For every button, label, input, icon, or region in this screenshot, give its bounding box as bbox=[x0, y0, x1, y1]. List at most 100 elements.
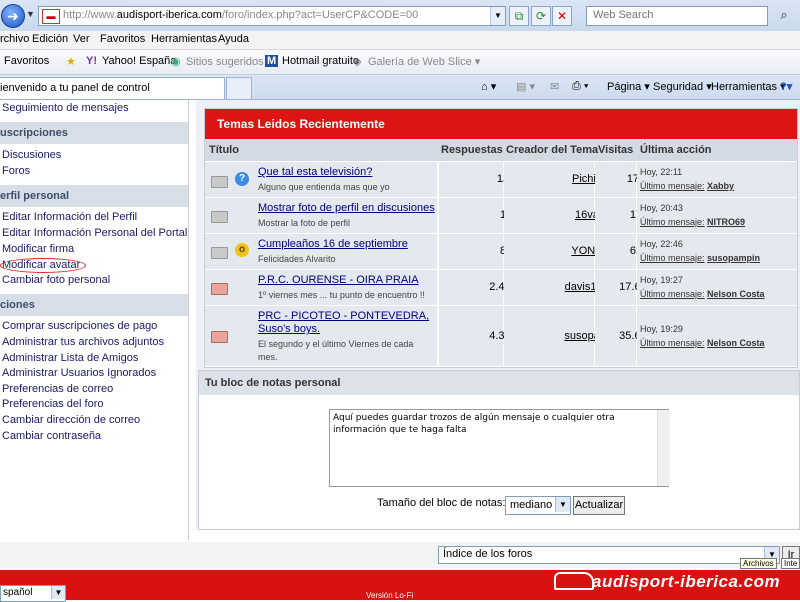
search-icon[interactable]: ⌕ bbox=[775, 6, 793, 24]
feeds-icon[interactable]: ▤ ▾ bbox=[516, 80, 535, 93]
col-creator: Creador del Tema bbox=[506, 144, 599, 156]
site-logo[interactable]: audisport-iberica.com bbox=[592, 572, 780, 592]
notepad-scrollbar[interactable] bbox=[657, 410, 670, 486]
new-tab-button[interactable] bbox=[226, 77, 252, 99]
row-icon-cell: o bbox=[205, 234, 255, 270]
question-icon: ? bbox=[235, 172, 249, 186]
sidebar-item-foto-personal[interactable]: Cambiar foto personal bbox=[2, 274, 110, 286]
topic-title-link[interactable]: Mostrar foto de perfil en discusiones bbox=[258, 202, 435, 214]
row-icon-cell bbox=[205, 306, 255, 366]
search-input[interactable] bbox=[593, 9, 743, 21]
favorites-button[interactable]: Favoritos bbox=[4, 55, 49, 67]
fav-suggested[interactable]: Sitios sugeridos ▾ bbox=[186, 55, 272, 68]
update-button[interactable]: Actualizar bbox=[573, 496, 625, 515]
topic-title-link[interactable]: Cumpleaños 16 de septiembre bbox=[258, 238, 408, 250]
compatibility-icon[interactable]: ⧉ bbox=[509, 6, 529, 26]
sidebar: Seguimiento de mensajes uscripciones Dis… bbox=[0, 100, 189, 540]
row-visits-cell: 17.688 bbox=[595, 270, 653, 306]
search-box[interactable] bbox=[586, 6, 768, 26]
last-post-link[interactable]: Último mensaje: bbox=[640, 289, 705, 299]
last-post-link[interactable]: Último mensaje: bbox=[640, 181, 705, 191]
notepad-size-select[interactable]: mediano ▼ bbox=[505, 496, 571, 515]
sidebar-item-editar-perfil[interactable]: Editar Información del Perfil bbox=[2, 211, 137, 223]
topic-title-link[interactable]: Que tal esta televisión? bbox=[258, 166, 372, 178]
url-text[interactable]: http://www.audisport-iberica.com/foro/in… bbox=[63, 9, 418, 21]
topic-title-link[interactable]: P.R.C. OURENSE - OIRA PRAIA bbox=[258, 274, 419, 286]
sidebar-item-suscripciones-pago[interactable]: Comprar suscripciones de pago bbox=[2, 320, 157, 332]
table-row: P.R.C. OURENSE - OIRA PRAIA 1º viernes m… bbox=[205, 269, 797, 306]
recent-topics-title: Temas Leidos Recientemente bbox=[205, 109, 797, 139]
sidebar-item-foros[interactable]: Foros bbox=[2, 165, 30, 177]
print-icon[interactable]: ⎙ ▾ bbox=[572, 80, 588, 93]
fav-yahoo[interactable]: Yahoo! España bbox=[102, 55, 176, 67]
row-replies-cell: 2.446 bbox=[439, 270, 517, 306]
history-dropdown-icon[interactable]: ▼ bbox=[26, 9, 35, 19]
topic-title-link[interactable]: PRC - PICOTEO - PONTEVEDRA, bbox=[258, 310, 429, 322]
tab-active[interactable]: ienvenido a tu panel de control bbox=[0, 77, 225, 99]
menu-favoritos[interactable]: Favoritos bbox=[100, 33, 145, 45]
menu-ver[interactable]: Ver bbox=[73, 33, 90, 45]
sidebar-item-modificar-firma[interactable]: Modificar firma bbox=[2, 243, 74, 255]
col-last-action: Última acción bbox=[640, 144, 712, 156]
last-post-link[interactable]: Último mensaje: bbox=[640, 253, 705, 263]
surprised-face-icon: o bbox=[235, 243, 249, 257]
row-visits-cell: 17 bbox=[595, 198, 642, 234]
mail-icon[interactable]: ✉ bbox=[550, 80, 559, 93]
cmd-tools[interactable]: Herramientas ▾ bbox=[711, 80, 786, 93]
row-icon-cell bbox=[205, 270, 255, 306]
sidebar-item-lista-amigos[interactable]: Administrar Lista de Amigos bbox=[2, 352, 138, 364]
sidebar-item-cambiar-contrasena[interactable]: Cambiar contraseña bbox=[2, 430, 101, 442]
row-replies-cell: 13 bbox=[439, 162, 509, 198]
forum-jump-select[interactable]: Índice de los foros ▼ bbox=[438, 546, 780, 564]
help-icon[interactable]: ?▾ bbox=[780, 80, 792, 93]
row-creator-cell: YONI-SB bbox=[504, 234, 617, 270]
row-last-cell: Hoy, 19:29 Último mensaje: Nelson Costa bbox=[637, 306, 797, 366]
last-post-user[interactable]: susopampin bbox=[707, 253, 760, 263]
last-post-date: Hoy, 20:43 bbox=[640, 203, 683, 213]
table-row: PRC - PICOTEO - PONTEVEDRA, Suso's boys.… bbox=[205, 305, 797, 366]
sidebar-item-preferencias-correo[interactable]: Preferencias de correo bbox=[2, 383, 113, 395]
row-creator-cell: Pichirichi bbox=[504, 162, 616, 198]
topic-description-line2: mes. bbox=[258, 352, 278, 362]
row-icon-cell: ? bbox=[205, 162, 255, 198]
sidebar-item-archivos-adjuntos[interactable]: Administrar tus archivos adjuntos bbox=[2, 336, 164, 348]
last-post-user[interactable]: Xabby bbox=[707, 181, 734, 191]
row-creator-cell: 16valve bbox=[504, 198, 613, 234]
last-post-link[interactable]: Último mensaje: bbox=[640, 217, 705, 227]
sidebar-item-usuarios-ignorados[interactable]: Administrar Usuarios Ignorados bbox=[2, 367, 156, 379]
last-post-user[interactable]: NITRO69 bbox=[707, 217, 745, 227]
topic-title-link-line2[interactable]: Suso's boys. bbox=[258, 323, 320, 335]
cmd-page[interactable]: Página ▾ bbox=[607, 80, 650, 93]
menu-ayuda[interactable]: Ayuda bbox=[218, 33, 249, 45]
table-header: Título Respuestas Creador del Tema Visit… bbox=[205, 139, 797, 161]
home-icon[interactable]: ⌂ ▾ bbox=[481, 80, 496, 93]
add-favorite-icon[interactable]: ★ bbox=[66, 55, 76, 68]
fav-web-slice[interactable]: Galería de Web Slice ▾ bbox=[368, 55, 480, 68]
url-field[interactable]: ▬ http://www.audisport-iberica.com/foro/… bbox=[38, 6, 506, 26]
stop-icon[interactable]: ✕ bbox=[552, 6, 572, 26]
menu-herramientas[interactable]: Herramientas bbox=[151, 33, 217, 45]
language-select[interactable]: spañol ▼ bbox=[0, 585, 66, 602]
sidebar-item-cambiar-correo[interactable]: Cambiar dirección de correo bbox=[2, 414, 140, 426]
car-logo-icon bbox=[554, 572, 594, 590]
menu-archivo[interactable]: rchivo bbox=[0, 33, 29, 45]
notepad-textarea[interactable]: Aquí puedes guardar trozos de algún mens… bbox=[329, 409, 669, 487]
sidebar-item-preferencias-foro[interactable]: Preferencias del foro bbox=[2, 398, 104, 410]
url-dropdown-icon[interactable]: ▼ bbox=[490, 7, 505, 25]
menu-edicion[interactable]: Edición bbox=[32, 33, 68, 45]
back-button[interactable]: ➜ bbox=[1, 4, 25, 28]
sidebar-item-discusiones[interactable]: Discusiones bbox=[2, 149, 61, 161]
sidebar-item-seguimiento[interactable]: Seguimiento de mensajes bbox=[2, 102, 129, 114]
fav-hotmail[interactable]: Hotmail gratuito bbox=[282, 55, 359, 67]
cmd-security[interactable]: Seguridad ▾ bbox=[653, 80, 712, 93]
sidebar-item-editar-portal[interactable]: Editar Información Personal del Portal bbox=[2, 227, 187, 239]
last-post-user[interactable]: Nelson Costa bbox=[707, 338, 765, 348]
refresh-icon[interactable]: ⟳ bbox=[531, 6, 551, 26]
last-post-link[interactable]: Último mensaje: bbox=[640, 338, 705, 348]
topic-description: El segundo y el último Viernes de cada bbox=[258, 339, 414, 349]
lofi-version-link[interactable]: Versión Lo-Fi bbox=[366, 591, 413, 600]
notepad-size-value: mediano bbox=[510, 499, 553, 511]
last-post-user[interactable]: Nelson Costa bbox=[707, 289, 765, 299]
row-last-cell: Hoy, 20:43 Último mensaje: NITRO69 bbox=[637, 198, 797, 234]
menu-bar: rchivo Edición Ver Favoritos Herramienta… bbox=[0, 31, 800, 50]
